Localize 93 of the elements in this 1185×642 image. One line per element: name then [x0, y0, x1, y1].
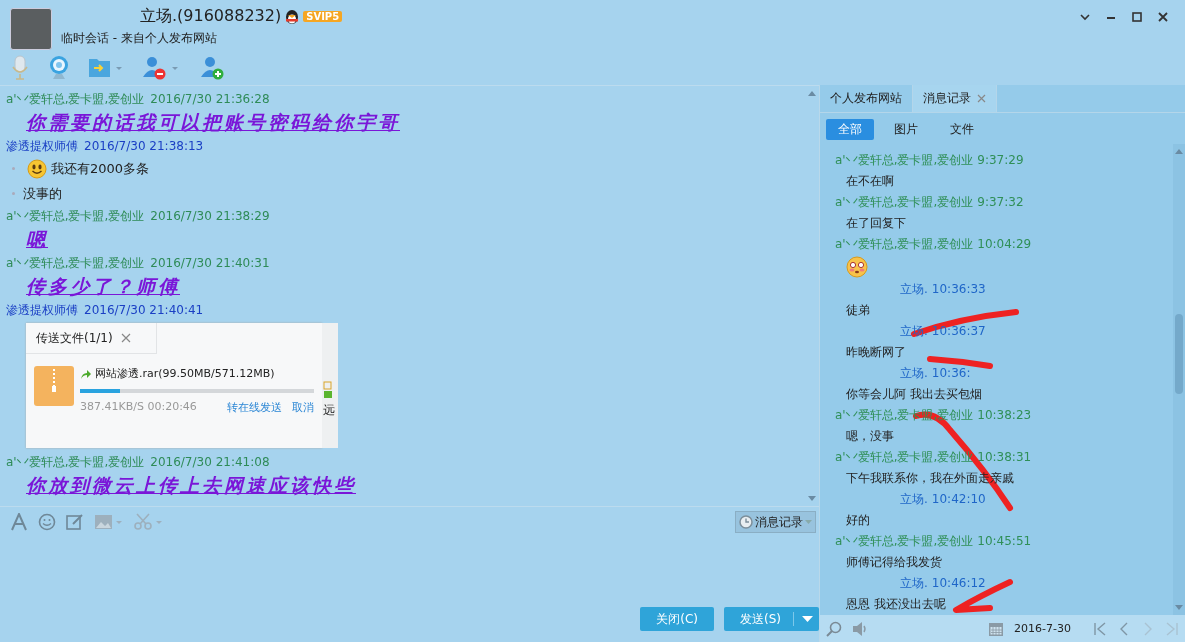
filter-tab[interactable]: 文件 — [938, 119, 986, 140]
history-time: 10:38:23 — [977, 407, 1032, 424]
scroll-up-icon[interactable] — [1175, 148, 1183, 154]
font-icon[interactable] — [10, 513, 28, 531]
message-text: 我还有2000多条 — [51, 159, 150, 178]
webcam-icon[interactable] — [48, 54, 70, 81]
history-message: 在了回复下 — [846, 216, 906, 230]
history-date[interactable]: 2016-7-30 — [1014, 622, 1071, 635]
image-icon[interactable] — [94, 513, 124, 531]
scissors-icon[interactable] — [134, 513, 164, 531]
history-message: 好的 — [846, 513, 870, 527]
panel-tab[interactable]: 消息记录 — [913, 85, 997, 112]
message-history-button[interactable]: 消息记录 — [735, 511, 816, 533]
transfer-speed: 387.41KB/S 00:20:46 — [80, 400, 197, 415]
message-text: 你需要的话我可以把账号密码给你宇哥 — [26, 111, 400, 133]
message-time: 2016/7/30 21:40:31 — [150, 255, 270, 272]
history-time: 9:37:32 — [977, 194, 1024, 211]
message-time: 2016/7/30 21:38:13 — [84, 138, 204, 155]
file-name: 网站渗透.rar(99.50MB/571.12MB) — [95, 366, 275, 381]
sender-name: 渗透提权师傅 — [6, 302, 78, 319]
transfer-link[interactable]: 取消 — [292, 400, 314, 415]
scribble-stroke — [927, 356, 993, 369]
history-sender: 立场. — [900, 575, 928, 592]
history-message: 徒弟 — [846, 303, 870, 317]
sender-name: a'丷爱轩总,爱卡盟,爱创业 — [6, 91, 145, 108]
transfer-link[interactable]: 转在线发送 — [227, 400, 282, 415]
history-sender: a'丷爱轩总,爱卡盟,爱创业 — [835, 194, 974, 211]
calendar-icon[interactable] — [988, 620, 1005, 637]
history-time: 10:45:51 — [977, 533, 1032, 550]
scroll-up-icon[interactable] — [808, 90, 816, 96]
history-message: 嗯，没事 — [846, 429, 894, 443]
transfer-tab-title[interactable]: 传送文件(1/1) — [36, 329, 113, 347]
history-time: 10:46:12 — [931, 575, 986, 592]
sender-name: a'丷爱轩总,爱卡盟,爱创业 — [6, 255, 145, 272]
tile-icons — [323, 381, 333, 399]
bullet-dot — [12, 167, 15, 170]
message-time: 2016/7/30 21:40:41 — [84, 302, 204, 319]
add-contact-icon[interactable] — [200, 54, 226, 81]
message-text: 你放到微云上传上去网速应该快些 — [26, 474, 356, 496]
history-sender: a'丷爱轩总,爱卡盟,爱创业 — [835, 533, 974, 550]
history-time: 10:36: — [931, 365, 971, 382]
caret-icon — [802, 616, 813, 622]
microphone-icon[interactable] — [10, 54, 30, 81]
caret-icon — [805, 519, 812, 525]
history-message: 你等会儿阿 我出去买包烟 — [846, 387, 982, 401]
zip-file-icon — [34, 366, 74, 406]
message-text: 没事的 — [23, 184, 62, 203]
filter-tab[interactable]: 图片 — [882, 119, 930, 140]
history-time: 9:37:29 — [977, 152, 1024, 169]
history-sender: a'丷爱轩总,爱卡盟,爱创业 — [835, 152, 974, 169]
message-time: 2016/7/30 21:41:08 — [150, 454, 270, 471]
close-icon[interactable] — [1157, 11, 1169, 23]
contact-name: 立场.(916088232) — [140, 6, 282, 27]
message-time: 2016/7/30 21:36:28 — [150, 91, 270, 108]
arrow-icon — [80, 367, 92, 380]
history-message: 昨晚断网了 — [846, 345, 906, 359]
history-sender: 立场. — [900, 491, 928, 508]
history-time: 10:38:31 — [977, 449, 1032, 466]
sender-name: a'丷爱轩总,爱卡盟,爱创业 — [6, 208, 145, 225]
message-text: 传多少了？师傅 — [26, 275, 180, 297]
edit-icon[interactable] — [66, 513, 84, 531]
history-time: 10:36:33 — [931, 281, 986, 298]
history-message: 恩恩 我还没出去呢 — [846, 597, 946, 611]
history-sender: 立场. — [900, 281, 928, 298]
history-message: 师傅记得给我发货 — [846, 555, 942, 569]
blushing-face-icon — [846, 256, 868, 278]
scroll-down-icon[interactable] — [1175, 605, 1183, 611]
scrollbar-thumb[interactable] — [1175, 314, 1183, 394]
history-time: 10:36:37 — [931, 323, 986, 340]
screenshot-text: 远 — [323, 402, 336, 419]
sender-name: a'丷爱轩总,爱卡盟,爱创业 — [6, 454, 145, 471]
history-time: 10:42:10 — [931, 491, 986, 508]
maximize-icon[interactable] — [1131, 11, 1143, 23]
avatar-photo-placeholder[interactable] — [10, 8, 52, 50]
speaker-icon[interactable] — [852, 620, 868, 637]
history-time: 10:04:29 — [977, 236, 1032, 253]
search-icon[interactable] — [826, 620, 842, 637]
scroll-down-icon[interactable] — [808, 496, 816, 502]
last-page-icon[interactable] — [1165, 620, 1179, 637]
history-sender: a'丷爱轩总,爱卡盟,爱创业 — [835, 236, 974, 253]
penguin-icon — [284, 8, 301, 25]
vip-badge: SVIP5 — [303, 11, 343, 22]
message-time: 2016/7/30 21:38:29 — [150, 208, 270, 225]
session-subtitle: 临时会话 - 来自个人发布网站 — [60, 30, 218, 47]
chevron-down-icon[interactable] — [1079, 11, 1091, 23]
clock-icon — [739, 515, 753, 529]
first-page-icon[interactable] — [1093, 620, 1107, 637]
history-sender: 立场. — [900, 365, 928, 382]
sender-name: 渗透提权师傅 — [6, 138, 78, 155]
history-message: 在不在啊 — [846, 174, 894, 188]
message-text: 嗯 — [26, 228, 48, 250]
smiley-icon[interactable] — [38, 513, 56, 531]
bullet-dot — [12, 192, 15, 195]
